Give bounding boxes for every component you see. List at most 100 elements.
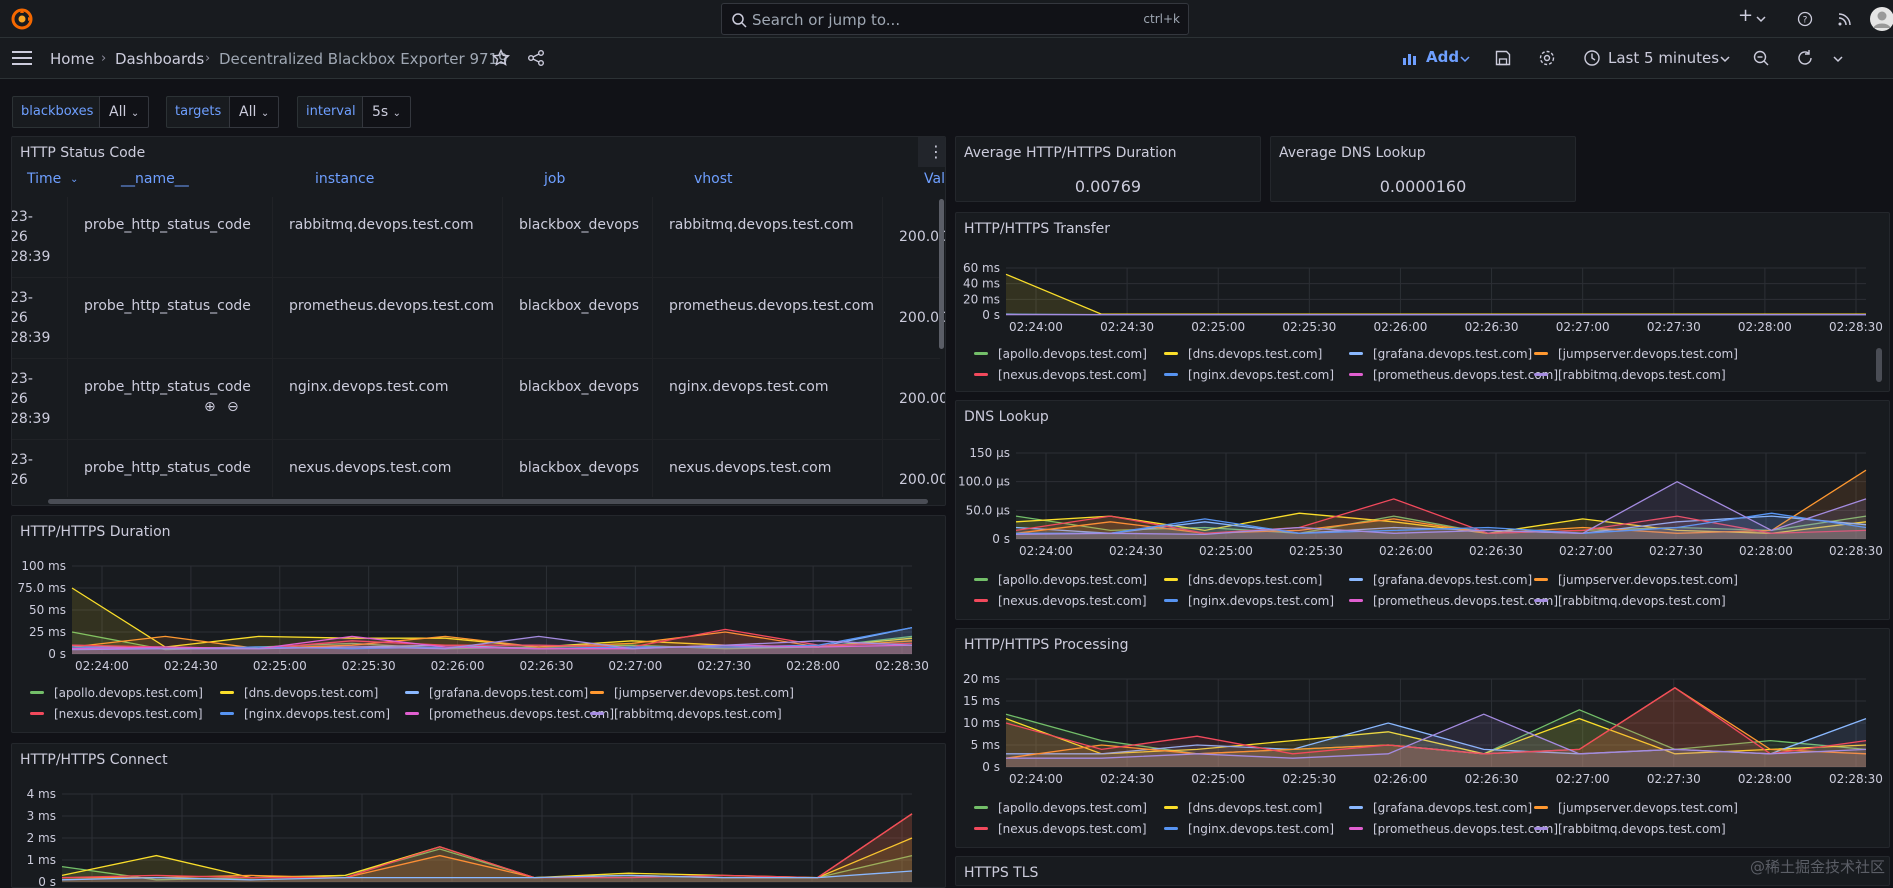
stat-value: 0.0000160 xyxy=(1271,177,1575,196)
legend-item[interactable]: [jumpserver.devops.test.com] xyxy=(1534,801,1738,815)
column-header-vhost[interactable]: vhost xyxy=(694,171,733,187)
legend-item[interactable]: [nginx.devops.test.com] xyxy=(1164,822,1334,836)
chevron-down-icon[interactable] xyxy=(1833,54,1843,64)
table-vertical-scrollbar[interactable] xyxy=(939,199,944,349)
settings-icon[interactable] xyxy=(1538,49,1556,67)
legend-item[interactable]: [rabbitmq.devops.test.com] xyxy=(1534,822,1726,836)
cell-text: probe_http_status_code xyxy=(84,379,251,395)
chevron-down-icon[interactable] xyxy=(1756,14,1766,24)
grafana-logo-icon[interactable] xyxy=(10,7,34,31)
panel-scrollbar[interactable] xyxy=(1876,348,1882,382)
legend-label: [grafana.devops.test.com] xyxy=(1373,573,1532,587)
refresh-icon[interactable] xyxy=(1796,49,1814,67)
legend-item[interactable]: [grafana.devops.test.com] xyxy=(1349,801,1532,815)
legend-item[interactable]: [nexus.devops.test.com] xyxy=(30,707,203,721)
table-cell-job: blackbox_devops xyxy=(503,278,653,358)
legend-item[interactable]: [dns.devops.test.com] xyxy=(220,686,378,700)
zoom-out-icon[interactable]: ⊖ xyxy=(227,399,239,415)
legend-item[interactable]: [nginx.devops.test.com] xyxy=(220,707,390,721)
user-avatar-icon[interactable] xyxy=(1869,6,1893,32)
x-tick-label: 02:28:30 xyxy=(1829,544,1883,558)
table-horizontal-scrollbar[interactable] xyxy=(48,499,928,504)
sort-desc-icon: ⌄ xyxy=(70,174,78,185)
legend-item[interactable]: [jumpserver.devops.test.com] xyxy=(590,686,794,700)
legend-item[interactable]: [prometheus.devops.test.com] xyxy=(1349,368,1558,382)
help-icon[interactable]: ? xyxy=(1797,11,1813,27)
legend-item[interactable]: [jumpserver.devops.test.com] xyxy=(1534,347,1738,361)
table-row[interactable]: 23-2628:39probe_http_status_codenginx.de… xyxy=(12,359,940,440)
star-icon[interactable] xyxy=(492,49,510,67)
column-header-time[interactable]: Time xyxy=(27,171,61,187)
legend-item[interactable]: [nexus.devops.test.com] xyxy=(974,368,1147,382)
table-cell-time: 23-26 xyxy=(12,440,68,497)
column-header-value[interactable]: Value xyxy=(924,171,946,187)
table-cell-vhost: nexus.devops.test.com xyxy=(653,440,883,497)
add-button[interactable]: Add xyxy=(1426,48,1459,66)
search-input[interactable]: Search or jump to... ctrl+k xyxy=(721,3,1189,35)
time-range-picker[interactable]: Last 5 minutes xyxy=(1608,49,1719,67)
x-tick-label: 02:28:00 xyxy=(1739,544,1793,558)
chart-connect[interactable]: 0 s1 ms2 ms3 ms4 ms02:24:0002:24:3002:25… xyxy=(12,744,946,888)
legend-item[interactable]: [nexus.devops.test.com] xyxy=(974,822,1147,836)
legend-item[interactable]: [nexus.devops.test.com] xyxy=(974,594,1147,608)
legend-item[interactable]: [apollo.devops.test.com] xyxy=(974,347,1147,361)
legend-item[interactable]: [apollo.devops.test.com] xyxy=(974,573,1147,587)
variable-select-interval[interactable]: 5s ⌄ xyxy=(362,96,411,128)
legend-item[interactable]: [apollo.devops.test.com] xyxy=(30,686,203,700)
panel-title: HTTPS TLS xyxy=(964,865,1038,881)
legend-item[interactable]: [grafana.devops.test.com] xyxy=(1349,347,1532,361)
chart-transfer[interactable]: 0 s20 ms40 ms60 ms02:24:0002:24:3002:25:… xyxy=(956,213,1890,333)
zoom-in-icon[interactable]: ⊕ xyxy=(204,399,216,415)
legend-item[interactable]: [dns.devops.test.com] xyxy=(1164,347,1322,361)
dashboard-navbar: Home › Dashboards › Decentralized Blackb… xyxy=(0,38,1893,79)
chart-dns[interactable]: 0 s50.0 µs100.0 µs150 µs02:24:0002:24:30… xyxy=(956,401,1890,561)
table-row[interactable]: 23-2628:39probe_http_status_codepromethe… xyxy=(12,278,940,359)
variable-select-blackboxes[interactable]: All ⌄ xyxy=(99,96,149,128)
clock-icon[interactable] xyxy=(1583,49,1601,67)
search-placeholder: Search or jump to... xyxy=(752,11,900,29)
column-header-instance[interactable]: instance xyxy=(315,171,374,187)
y-tick-label: 25 ms xyxy=(29,625,66,639)
share-icon[interactable] xyxy=(527,49,545,67)
legend-item[interactable]: [apollo.devops.test.com] xyxy=(974,801,1147,815)
menu-icon[interactable] xyxy=(12,50,32,66)
legend-item[interactable]: [rabbitmq.devops.test.com] xyxy=(590,707,782,721)
zoom-out-icon[interactable] xyxy=(1752,49,1770,67)
chevron-down-icon[interactable] xyxy=(1460,54,1470,64)
add-panel-icon[interactable] xyxy=(1402,50,1418,66)
variable-select-targets[interactable]: All ⌄ xyxy=(229,96,279,128)
legend-item[interactable]: [prometheus.devops.test.com] xyxy=(405,707,614,721)
breadcrumb-home[interactable]: Home xyxy=(50,50,94,68)
legend-item[interactable]: [grafana.devops.test.com] xyxy=(1349,573,1532,587)
legend-item[interactable]: [rabbitmq.devops.test.com] xyxy=(1534,594,1726,608)
breadcrumb-dashboards[interactable]: Dashboards xyxy=(115,50,204,68)
x-tick-label: 02:28:30 xyxy=(1829,772,1883,786)
legend-swatch xyxy=(1349,599,1363,602)
chart-duration[interactable]: 0 s25 ms50 ms75.0 ms100 ms02:24:0002:24:… xyxy=(12,516,946,676)
news-icon[interactable] xyxy=(1837,11,1853,27)
table-cell-instance: rabbitmq.devops.test.com xyxy=(273,197,503,277)
column-header-job[interactable]: job xyxy=(544,171,565,187)
legend-item[interactable]: [rabbitmq.devops.test.com] xyxy=(1534,368,1726,382)
table-row[interactable]: 23-26probe_http_status_codenexus.devops.… xyxy=(12,440,940,497)
table-cell-vhost: rabbitmq.devops.test.com xyxy=(653,197,883,277)
legend-item[interactable]: [grafana.devops.test.com] xyxy=(405,686,588,700)
save-icon[interactable] xyxy=(1494,49,1512,67)
chart-processing[interactable]: 0 s5 ms10 ms15 ms20 ms02:24:0002:24:3002… xyxy=(956,629,1890,789)
y-tick-label: 100 ms xyxy=(21,559,66,573)
legend-item[interactable]: [jumpserver.devops.test.com] xyxy=(1534,573,1738,587)
legend-item[interactable]: [nginx.devops.test.com] xyxy=(1164,594,1334,608)
series-line xyxy=(72,588,912,647)
chart-panel-duration: HTTP/HTTPS Duration 0 s25 ms50 ms75.0 ms… xyxy=(11,515,946,733)
column-header-name[interactable]: __name__ xyxy=(121,171,189,187)
legend-item[interactable]: [dns.devops.test.com] xyxy=(1164,573,1322,587)
legend-item[interactable]: [dns.devops.test.com] xyxy=(1164,801,1322,815)
legend-item[interactable]: [nginx.devops.test.com] xyxy=(1164,368,1334,382)
panel-menu-button[interactable]: ⋮ xyxy=(918,137,945,167)
legend-label: [jumpserver.devops.test.com] xyxy=(1558,801,1738,815)
chevron-down-icon[interactable] xyxy=(1720,54,1730,64)
table-row[interactable]: 23-2628:39probe_http_status_coderabbitmq… xyxy=(12,197,940,278)
plus-icon[interactable]: + xyxy=(1738,5,1753,27)
legend-item[interactable]: [prometheus.devops.test.com] xyxy=(1349,594,1558,608)
legend-item[interactable]: [prometheus.devops.test.com] xyxy=(1349,822,1558,836)
